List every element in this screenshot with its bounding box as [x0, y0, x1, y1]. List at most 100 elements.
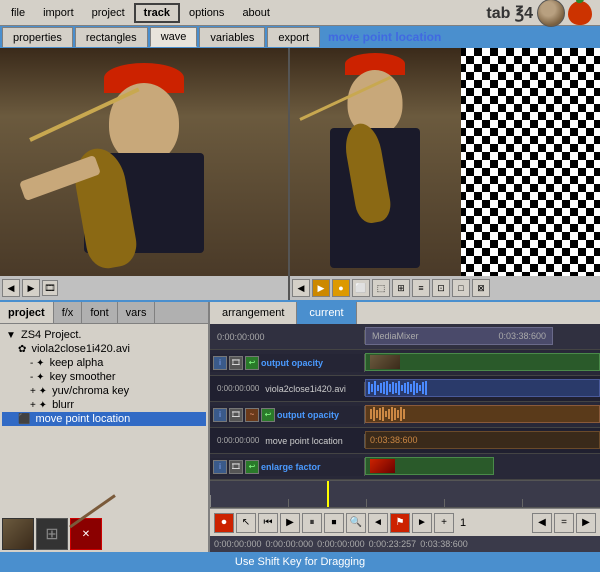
right-yellow-btn[interactable]: ● [332, 279, 350, 297]
flag-btn[interactable]: ⚑ [390, 513, 410, 533]
tl-file-track[interactable] [365, 376, 600, 401]
enlarge-clip [365, 457, 494, 475]
record-btn[interactable]: ⏺ [214, 513, 234, 533]
thumb-1[interactable] [2, 518, 34, 550]
right-ctrl4[interactable]: ≡ [412, 279, 430, 297]
tc-4: 0:00:23:257 [369, 539, 417, 549]
stop-btn[interactable]: ⏹ [324, 513, 344, 533]
tree-yuv[interactable]: + ✦ yuv/chroma key [2, 384, 206, 398]
tl-mediamixer-track[interactable]: MediaMixer 0:03:38:600 [365, 324, 600, 349]
tl-enlarge-track[interactable] [365, 454, 600, 479]
tab-export[interactable]: export [267, 27, 320, 47]
tl-opacity1-track[interactable] [365, 350, 600, 375]
menu-import[interactable]: import [34, 4, 83, 22]
mark-end-btn[interactable]: ► [412, 513, 432, 533]
right-ctrl6[interactable]: □ [452, 279, 470, 297]
counter-display: 1 [460, 517, 466, 529]
menu-track[interactable]: track [134, 3, 180, 23]
proj-tab-font[interactable]: font [82, 302, 117, 323]
bottom-left-area: ⊞ ✕ [0, 516, 208, 552]
arrow-btn-1[interactable]: ↩ [245, 356, 259, 370]
thumb-2[interactable]: ⊞ [36, 518, 68, 550]
tree-keep-alpha[interactable]: - ✦ keep alpha [2, 356, 206, 370]
tree-move-point[interactable]: ⬛ move point location [2, 412, 206, 426]
tab-properties[interactable]: properties [2, 27, 73, 47]
menu-project[interactable]: project [83, 4, 134, 22]
menu-about[interactable]: about [233, 4, 279, 22]
eq-btn[interactable]: = [554, 513, 574, 533]
right-ctrl5[interactable]: ⊡ [432, 279, 450, 297]
tl-opacity2-track[interactable] [365, 402, 600, 427]
right-ctrl7[interactable]: ⊠ [472, 279, 490, 297]
next-section-btn[interactable]: ▶ [576, 513, 596, 533]
tab-variables[interactable]: variables [199, 27, 265, 47]
tree-file[interactable]: ✿ viola2close1i420.avi [2, 342, 206, 356]
tl-file-name: viola2close1i420.avi [265, 384, 346, 394]
right-ctrl3[interactable]: ⊞ [392, 279, 410, 297]
bottom-section: project f/x font vars ▼ ZS4 Project. ✿ v… [0, 300, 600, 552]
transport-timeline[interactable] [210, 480, 600, 508]
top-section: ◀ ▶ 🎞 viola2close1i420.avi [0, 48, 600, 300]
proj-tab-project[interactable]: project [0, 302, 54, 323]
tl-tab-arrangement[interactable]: arrangement [210, 302, 297, 324]
add-marker-btn[interactable]: + [434, 513, 454, 533]
right-prev-btn[interactable]: ◀ [292, 279, 310, 297]
arrow-btn-2[interactable]: ↩ [261, 408, 275, 422]
film-btn-3[interactable]: 🎞 [229, 460, 243, 474]
tl-file-time: 0:00:00:000 [213, 384, 263, 393]
tree-blurr[interactable]: + ✦ blurr [2, 398, 206, 412]
tree-expand-icon: ▼ [6, 330, 16, 341]
opacity2-clip [365, 405, 600, 423]
rew-btn[interactable]: ⏮ [258, 513, 278, 533]
left-video-panel: ◀ ▶ 🎞 [0, 48, 290, 300]
file-waveform [365, 379, 600, 397]
mark-start-btn[interactable]: ◄ [368, 513, 388, 533]
next-frame-btn[interactable]: ▶ [22, 279, 40, 297]
tab-rectangles[interactable]: rectangles [75, 27, 148, 47]
film-icon[interactable]: 🎞 [42, 280, 58, 296]
prev-section-btn[interactable]: ◀ [532, 513, 552, 533]
right-ctrl2[interactable]: ⬚ [372, 279, 390, 297]
tl-file-ctrl: 0:00:00:000 viola2close1i420.avi [210, 382, 365, 396]
tl-movept-track[interactable]: 0:03:38:600 [365, 428, 600, 453]
menu-options[interactable]: options [180, 4, 233, 22]
tl-movept-ctrl: 0:00:00:000 move point location [210, 434, 365, 448]
tl-opacity1-ctrl: i 🎞 ↩ output opacity [210, 354, 365, 372]
film-btn-1[interactable]: 🎞 [229, 356, 243, 370]
tl-mediamixer-row: 0:00:00:000 MediaMixer 0:03:38:600 [210, 324, 600, 350]
tc-3: 0:00:00:000 [317, 539, 365, 549]
film-btn-2[interactable]: 🎞 [229, 408, 243, 422]
menu-file[interactable]: file [2, 4, 34, 22]
playhead[interactable] [327, 481, 329, 507]
prev-frame-btn[interactable]: ◀ [2, 279, 20, 297]
tree-yuv-label: yuv/chroma key [52, 385, 129, 397]
tl-tab-current[interactable]: current [297, 302, 356, 324]
app-logo: tab ℥4 [486, 3, 533, 23]
info-btn-1[interactable]: i [213, 356, 227, 370]
tree-ks-icon: - ✦ [30, 372, 45, 383]
thumb-3-icon: ✕ [82, 529, 90, 540]
proj-tab-fx[interactable]: f/x [54, 302, 83, 323]
cursor-btn[interactable]: ↖ [236, 513, 256, 533]
tree-key-smoother[interactable]: - ✦ key smoother [2, 370, 206, 384]
tc-5: 0:03:38:600 [420, 539, 468, 549]
project-tabs: project f/x font vars [0, 302, 208, 324]
info-btn-3[interactable]: i [213, 460, 227, 474]
right-play-btn[interactable]: ▶ [312, 279, 330, 297]
opacity1-thumb [370, 355, 400, 369]
app-tab-indicator: tab ℥4 [486, 0, 598, 27]
play-btn[interactable]: ▶ [280, 513, 300, 533]
tree-ka-icon: - ✦ [30, 358, 45, 369]
wave-btn-2[interactable]: ~ [245, 408, 259, 422]
tree-mp-icon: ⬛ [18, 414, 30, 425]
info-btn-2[interactable]: i [213, 408, 227, 422]
proj-tab-vars[interactable]: vars [118, 302, 156, 323]
tree-root[interactable]: ▼ ZS4 Project. [2, 328, 206, 342]
arrow-btn-3[interactable]: ↩ [245, 460, 259, 474]
zoom-btn[interactable]: 🔍 [346, 513, 366, 533]
right-ctrl1[interactable]: ⬜ [352, 279, 370, 297]
tl-enlarge-row: i 🎞 ↩ enlarge factor [210, 454, 600, 480]
tree-blurr-icon: + ✦ [30, 400, 47, 411]
pause-btn[interactable]: ⏸ [302, 513, 322, 533]
tab-wave[interactable]: wave [150, 27, 198, 47]
